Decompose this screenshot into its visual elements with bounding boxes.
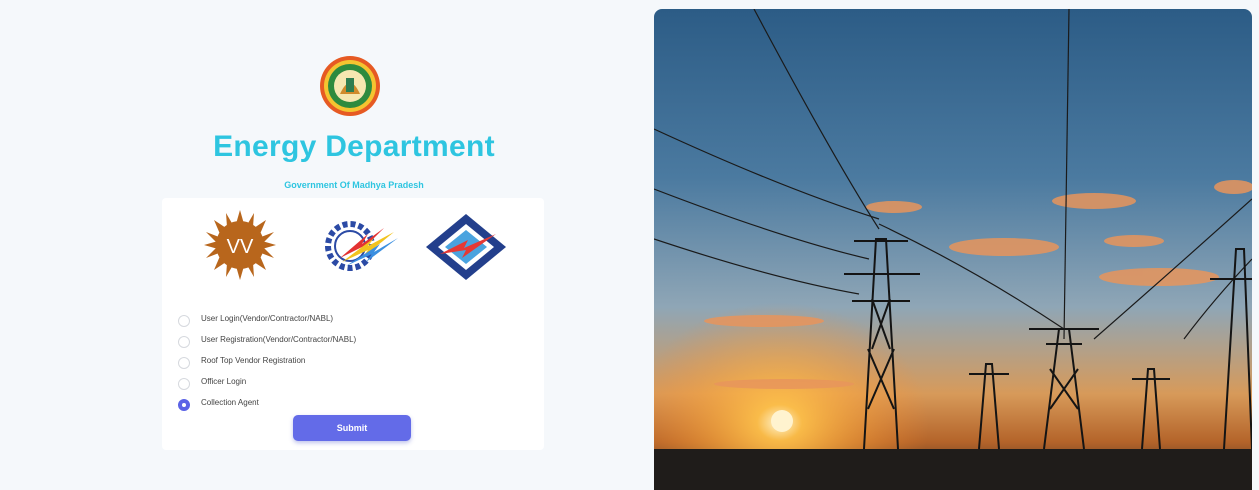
- login-card: VV User Login(Vendor/Contractor/NABL) Us…: [162, 198, 544, 450]
- option-user-registration[interactable]: User Registration(Vendor/Contractor/NABL…: [178, 329, 356, 350]
- radio-button[interactable]: [178, 335, 190, 348]
- option-officer-login[interactable]: Officer Login: [178, 371, 356, 392]
- radio-button-selected[interactable]: [178, 398, 190, 411]
- radio-button[interactable]: [178, 356, 190, 369]
- radio-button[interactable]: [178, 377, 190, 390]
- option-roof-top-vendor-registration[interactable]: Roof Top Vendor Registration: [178, 350, 356, 371]
- hero-image-power-towers: [654, 9, 1252, 490]
- submit-button[interactable]: Submit: [293, 415, 411, 441]
- power-towers-sunset-illustration: [654, 9, 1252, 490]
- radio-button[interactable]: [178, 314, 190, 327]
- option-label: Collection Agent: [201, 398, 259, 407]
- option-label: Officer Login: [201, 377, 247, 386]
- option-user-login[interactable]: User Login(Vendor/Contractor/NABL): [178, 308, 356, 329]
- login-type-options: User Login(Vendor/Contractor/NABL) User …: [178, 308, 356, 413]
- vv-logo-text: VV: [227, 236, 254, 258]
- mp-government-emblem-icon: [320, 56, 380, 116]
- sun-vv-logo-icon: VV: [204, 210, 276, 280]
- option-collection-agent[interactable]: Collection Agent: [178, 392, 356, 413]
- page-subtitle: Government Of Madhya Pradesh: [284, 180, 424, 190]
- diamond-lightning-logo-icon: [426, 214, 506, 280]
- option-label: Roof Top Vendor Registration: [201, 356, 306, 365]
- login-panel: Energy Department Government Of Madhya P…: [0, 0, 660, 490]
- gear-lightning-logo-icon: [325, 221, 398, 271]
- option-label: User Registration(Vendor/Contractor/NABL…: [201, 335, 357, 344]
- option-label: User Login(Vendor/Contractor/NABL): [201, 314, 334, 323]
- page-title: Energy Department: [213, 130, 495, 163]
